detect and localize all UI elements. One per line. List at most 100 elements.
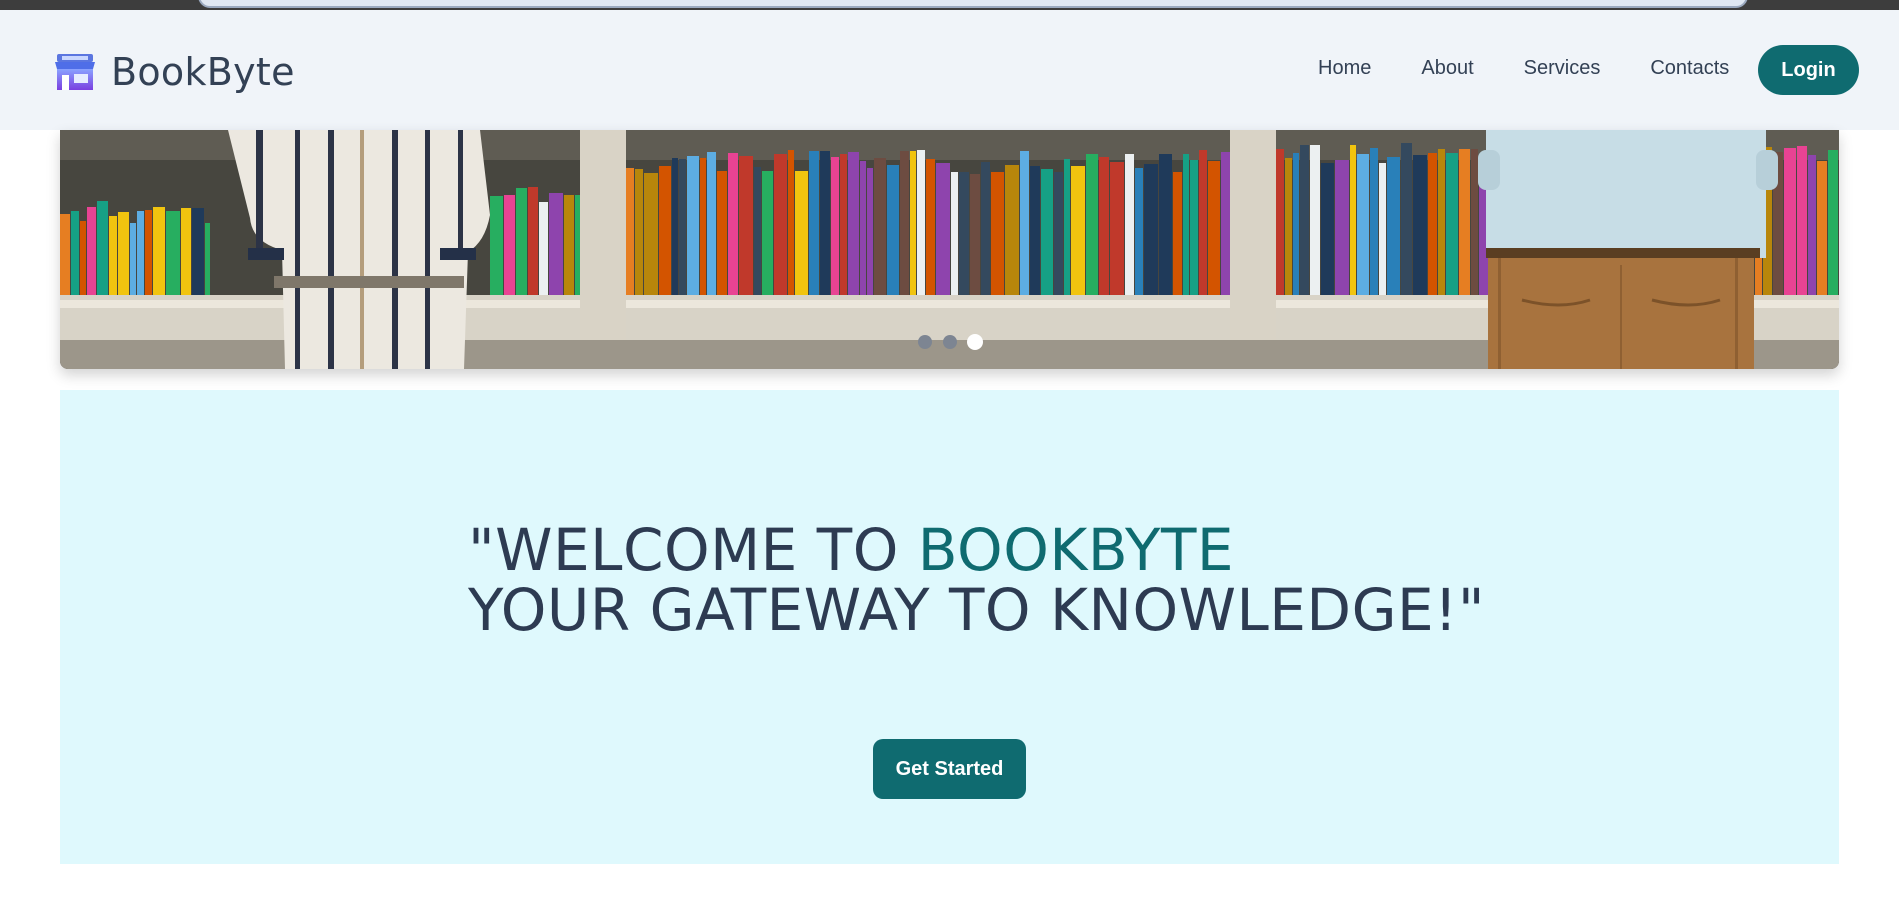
book-spine — [1064, 159, 1070, 295]
book-spine — [1005, 165, 1019, 295]
brand-name: BookByte — [111, 50, 295, 94]
book-spine — [205, 223, 210, 295]
book-spine — [130, 223, 136, 295]
book-spine — [80, 221, 86, 295]
navbar: BookByte Home About Services Contacts Lo… — [0, 10, 1899, 130]
book-spine — [728, 153, 738, 295]
book-spine — [951, 172, 958, 295]
book-spine — [1828, 150, 1838, 295]
book-spine — [672, 158, 678, 295]
book-spine — [1208, 161, 1220, 295]
storefront-icon — [55, 54, 95, 90]
book-spine — [1401, 143, 1412, 295]
book-spine — [1110, 162, 1124, 295]
book-spine — [1190, 160, 1198, 295]
book-spine — [1173, 172, 1182, 295]
book-spine — [874, 158, 886, 295]
book-spine — [1159, 154, 1172, 295]
book-spine — [991, 172, 1004, 295]
book-spine — [181, 208, 191, 295]
book-spine — [1446, 153, 1458, 295]
book-spine — [1817, 161, 1827, 295]
book-spine — [936, 163, 950, 295]
carousel-dots — [918, 334, 983, 350]
book-spine — [118, 212, 129, 295]
welcome-heading: "WELCOME TO BOOKBYTE YOUR GATEWAY TO KNO… — [468, 520, 1485, 640]
book-spine — [959, 172, 969, 295]
book-spine — [1357, 154, 1369, 295]
book-spine — [549, 193, 563, 295]
book-spine — [1276, 149, 1284, 295]
brand[interactable]: BookByte — [54, 50, 295, 94]
nav-home-link[interactable]: Home — [1318, 57, 1371, 80]
welcome-brand-accent: BOOKBYTE — [917, 516, 1235, 584]
book-spine — [687, 156, 699, 295]
book-spine — [575, 195, 580, 295]
book-spine — [1086, 154, 1098, 295]
book-spine — [97, 201, 108, 295]
book-spine — [528, 187, 538, 295]
nav-contacts-link[interactable]: Contacts — [1650, 57, 1729, 80]
login-button[interactable]: Login — [1758, 45, 1859, 95]
book-spine — [1471, 149, 1478, 295]
book-spine — [60, 214, 70, 295]
book-spine — [809, 151, 819, 295]
book-spine — [1071, 166, 1085, 295]
book-spine — [87, 207, 96, 295]
book-spine — [754, 167, 761, 295]
book-spine — [910, 151, 916, 295]
book-spine — [1808, 155, 1816, 295]
book-spine — [926, 159, 935, 295]
book-spine — [1797, 146, 1807, 295]
book-spine — [1054, 172, 1063, 295]
book-spine — [1387, 157, 1400, 295]
book-spine — [848, 152, 859, 295]
book-spine — [679, 159, 686, 295]
book-spine — [1459, 149, 1470, 295]
carousel-dot-2[interactable] — [943, 335, 957, 349]
book-spine — [1300, 145, 1309, 295]
book-spine — [109, 216, 117, 295]
book-spine — [1321, 163, 1334, 295]
nav-links: Home About Services Contacts — [1318, 57, 1779, 80]
book-spine — [867, 168, 873, 295]
book-spine — [900, 151, 909, 295]
nav-services-link[interactable]: Services — [1524, 57, 1601, 80]
book-spine — [1438, 149, 1445, 295]
book-spine — [1784, 148, 1796, 295]
book-spine — [1379, 163, 1386, 295]
nav-about-link[interactable]: About — [1421, 57, 1473, 80]
book-spine — [1099, 157, 1109, 295]
person-right — [1478, 130, 1778, 369]
book-spine — [831, 157, 839, 295]
book-spine — [490, 196, 503, 295]
book-spine — [644, 173, 658, 295]
book-spine — [1135, 168, 1143, 295]
carousel-dot-3[interactable] — [967, 334, 983, 350]
book-spine — [970, 174, 980, 295]
book-spine — [887, 165, 899, 295]
book-spine — [539, 202, 548, 295]
carousel-dot-1[interactable] — [918, 335, 932, 349]
book-spine — [1020, 151, 1029, 295]
book-spine — [516, 188, 527, 295]
book-spine — [1335, 160, 1349, 295]
book-spine — [504, 195, 515, 295]
welcome-line1-prefix: "WELCOME TO — [468, 516, 918, 584]
hero-carousel — [60, 130, 1839, 369]
book-spine — [717, 171, 727, 295]
welcome-line2: YOUR GATEWAY TO KNOWLEDGE!" — [468, 576, 1486, 644]
book-spine — [840, 154, 847, 295]
get-started-button[interactable]: Get Started — [873, 739, 1026, 799]
book-spine — [1293, 153, 1299, 295]
welcome-section: "WELCOME TO BOOKBYTE YOUR GATEWAY TO KNO… — [60, 390, 1839, 864]
book-spine — [917, 150, 925, 295]
book-spine — [1310, 145, 1320, 295]
book-spine — [1285, 158, 1292, 295]
book-spine — [700, 158, 706, 295]
book-spine — [153, 207, 165, 295]
book-spine — [1183, 154, 1189, 295]
book-spine — [1125, 154, 1134, 295]
bookshelf-photo — [60, 130, 1839, 369]
book-spine — [635, 169, 643, 295]
